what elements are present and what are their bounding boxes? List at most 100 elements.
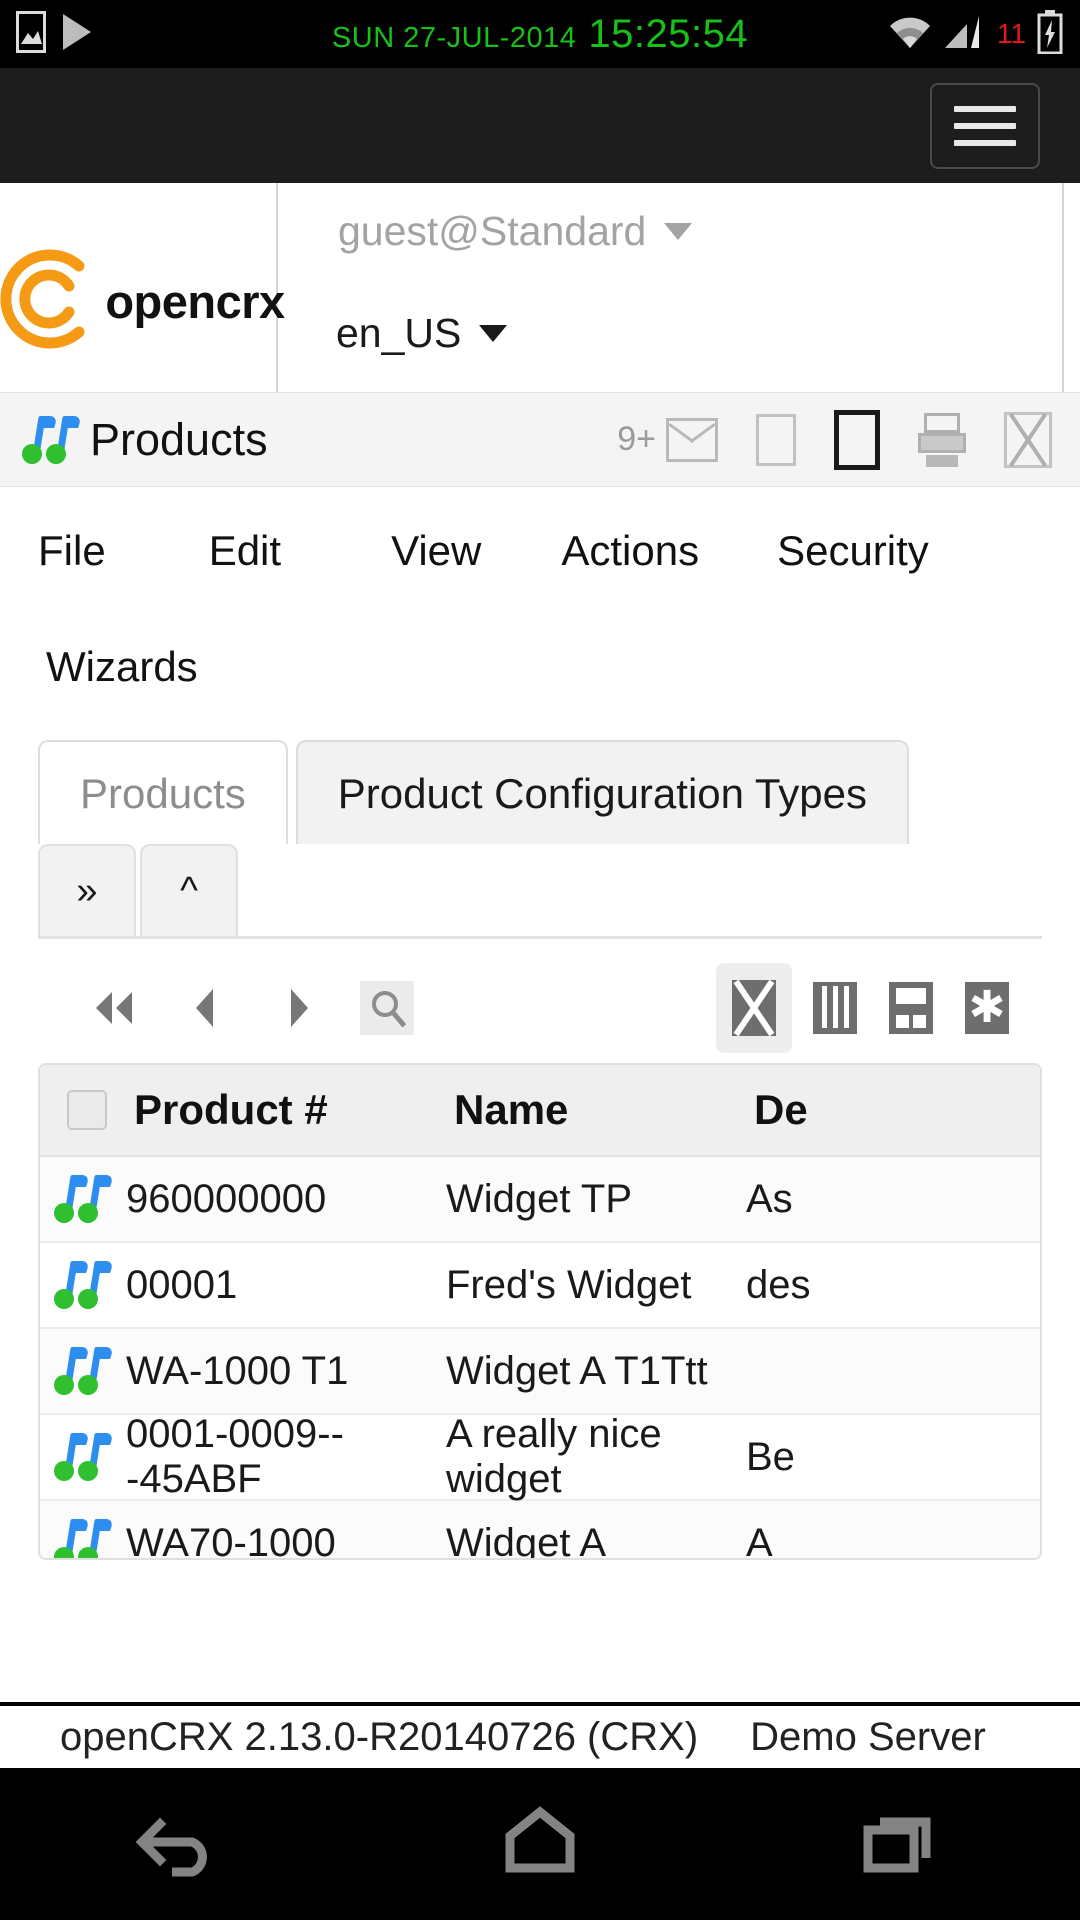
settings-view-icon[interactable]: ✱: [954, 975, 1020, 1041]
first-page-icon[interactable]: [84, 988, 144, 1028]
envelope-icon[interactable]: [666, 418, 718, 462]
android-nav-bar: [0, 1768, 1080, 1920]
table-row[interactable]: 0001-0009---45ABF A really nice widget B…: [40, 1415, 1040, 1501]
tab-row: Products Product Configuration Types: [38, 740, 1080, 844]
row-product-icon-cell: [40, 1261, 126, 1309]
logo-cell[interactable]: opencrx: [0, 183, 278, 392]
hamburger-menu-button[interactable]: [930, 83, 1040, 169]
products-table: Product # Name De 960000000 Widget TP As…: [38, 1063, 1042, 1560]
subtab-collapse-button[interactable]: ^: [140, 844, 238, 936]
next-page-icon[interactable]: [268, 986, 328, 1030]
view-mode-controls: ✱: [716, 963, 1020, 1053]
menu-item-edit[interactable]: Edit: [209, 521, 281, 581]
column-header-description[interactable]: De: [754, 1086, 1040, 1134]
status-time: 15:25:54: [588, 12, 748, 57]
cell-name: Fred's Widget: [446, 1263, 746, 1308]
grid-toolbar: ✱: [0, 965, 1080, 1051]
cell-name: Widget A T1Ttt: [446, 1349, 746, 1394]
tab-strip: Products Product Configuration Types: [0, 740, 1080, 844]
user-label: guest@Standard: [338, 208, 646, 255]
split-view-icon[interactable]: [878, 975, 944, 1041]
table-row[interactable]: WA-1000 T1 Widget A T1Ttt: [40, 1329, 1040, 1415]
grid-view-icon[interactable]: [716, 963, 792, 1053]
window-tools: 9+: [617, 410, 1052, 470]
app-header: opencrx guest@Standard en_US: [0, 183, 1080, 392]
cell-product-number: WA-1000 T1: [126, 1349, 446, 1394]
hamburger-line: [954, 140, 1016, 146]
wifi-icon: [887, 14, 933, 55]
object-title-bar: Products 9+: [0, 392, 1080, 487]
opencrx-logo[interactable]: opencrx: [0, 244, 285, 359]
select-all-checkbox-cell[interactable]: [40, 1090, 134, 1130]
page-title: Products: [90, 414, 268, 466]
chevron-up-icon: ^: [180, 870, 198, 913]
menu-item-security[interactable]: Security: [777, 521, 929, 581]
column-header-name[interactable]: Name: [454, 1086, 754, 1134]
cell-product-number: 00001: [126, 1263, 446, 1308]
chevron-down-icon: [664, 223, 692, 240]
locale-label: en_US: [336, 310, 461, 357]
header-user-cell: guest@Standard en_US: [278, 183, 1080, 392]
menu-item-view[interactable]: View: [391, 521, 481, 581]
restore-window-icon[interactable]: [756, 414, 796, 466]
menu-row-primary: File Edit View Actions Security: [0, 521, 1080, 581]
sub-tab-row: » ^: [38, 844, 1080, 936]
cell-product-number: 0001-0009---45ABF: [126, 1412, 446, 1502]
table-header-row: Product # Name De: [40, 1065, 1040, 1157]
table-row[interactable]: 00001 Fred's Widget des: [40, 1243, 1040, 1329]
pagination-controls: [84, 981, 414, 1035]
status-date: SUN 27-JUL-2014: [332, 22, 576, 55]
menu-item-wizards[interactable]: Wizards: [46, 637, 198, 697]
previous-page-icon[interactable]: [176, 986, 236, 1030]
close-window-icon[interactable]: [1004, 412, 1052, 468]
menu-item-actions[interactable]: Actions: [561, 521, 699, 581]
print-icon[interactable]: [918, 413, 966, 467]
product-icon: [54, 1347, 100, 1395]
maximize-window-icon[interactable]: [834, 410, 880, 470]
double-chevron-right-icon: »: [76, 870, 97, 913]
header-right-divider: [1062, 183, 1064, 392]
status-left-icons: [16, 11, 94, 58]
product-icon: [54, 1175, 100, 1223]
locale-menu[interactable]: en_US: [336, 310, 507, 357]
tab-products[interactable]: Products: [38, 740, 288, 844]
row-product-icon-cell: [40, 1433, 126, 1481]
hamburger-line: [954, 123, 1016, 129]
product-icon: [54, 1519, 100, 1560]
cell-name: A really nice widget: [446, 1412, 746, 1502]
select-all-checkbox[interactable]: [67, 1090, 107, 1130]
recents-icon[interactable]: [850, 1802, 950, 1887]
battery-icon: [1036, 10, 1064, 59]
table-row[interactable]: WA70-1000 Widget A A: [40, 1501, 1040, 1560]
tab-product-configuration-types-label: Product Configuration Types: [338, 770, 867, 817]
message-count-badge: 9+: [617, 420, 656, 459]
cell-description: Be: [746, 1435, 1040, 1480]
table-row[interactable]: 960000000 Widget TP As: [40, 1157, 1040, 1243]
cell-product-number: WA70-1000: [126, 1521, 446, 1561]
footer-server: Demo Server: [750, 1715, 986, 1760]
column-header-product-number[interactable]: Product #: [134, 1086, 454, 1134]
subtab-more-button[interactable]: »: [38, 844, 136, 936]
menu-item-file[interactable]: File: [38, 521, 106, 581]
columns-view-icon[interactable]: [802, 975, 868, 1041]
cell-product-number: 960000000: [126, 1177, 446, 1222]
product-icon: [54, 1433, 100, 1481]
search-icon[interactable]: [360, 981, 414, 1035]
opencrx-logo-text: opencrx: [105, 274, 284, 329]
row-product-icon-cell: [40, 1519, 126, 1560]
image-icon: [16, 11, 46, 58]
back-icon[interactable]: [130, 1802, 230, 1887]
cell-description: As: [746, 1177, 1040, 1222]
opencrx-logo-mark: [0, 244, 101, 359]
android-status-bar: SUN 27-JUL-2014 15:25:54 11: [0, 0, 1080, 68]
cell-description: A: [746, 1521, 1040, 1561]
footer-version: openCRX 2.13.0-R20140726 (CRX): [60, 1715, 698, 1760]
menu-row-secondary: Wizards: [0, 637, 1080, 697]
home-icon[interactable]: [490, 1802, 590, 1887]
row-product-icon-cell: [40, 1175, 126, 1223]
tab-underline: [38, 936, 1042, 939]
browser-chrome-bar: [0, 68, 1080, 183]
tab-product-configuration-types[interactable]: Product Configuration Types: [296, 740, 909, 844]
user-menu[interactable]: guest@Standard: [338, 208, 692, 255]
hamburger-line: [954, 106, 1016, 112]
